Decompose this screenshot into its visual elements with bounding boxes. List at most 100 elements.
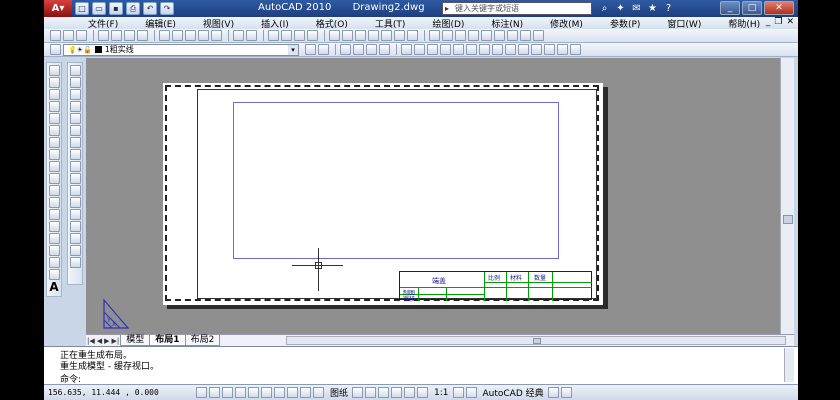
sheet-set-icon[interactable] (368, 30, 379, 41)
tab-layout1[interactable]: 布局1 (149, 335, 186, 346)
layer-dropdown[interactable]: 💡☀🔓 1粗实线 ▾ (63, 43, 299, 56)
application-menu-button[interactable]: A▾ (44, 0, 72, 17)
offset-icon[interactable] (379, 44, 390, 55)
explode-icon[interactable] (69, 257, 81, 268)
dim-diameter-icon[interactable] (481, 30, 492, 41)
copy-icon[interactable] (69, 77, 81, 88)
chamfer-icon[interactable] (69, 233, 81, 244)
allow-ucs-icon[interactable] (274, 387, 285, 398)
osnap-tangent-icon[interactable] (492, 44, 503, 55)
erase-icon[interactable] (69, 65, 81, 76)
match-properties-icon[interactable] (198, 30, 209, 41)
break-icon[interactable] (69, 209, 81, 220)
ellipse-icon[interactable] (48, 173, 60, 184)
mirror-icon[interactable] (69, 89, 81, 100)
auto-scale-icon[interactable] (465, 387, 477, 398)
design-center-icon[interactable] (342, 30, 353, 41)
redo-icon[interactable]: ↷ (160, 2, 174, 15)
quickcalc-icon[interactable] (394, 30, 405, 41)
zoom-realtime-icon[interactable] (281, 30, 292, 41)
favorites-icon[interactable]: ★ (646, 2, 659, 15)
menu-parametric[interactable]: 参数(P) (610, 17, 640, 30)
fillet-icon[interactable] (69, 245, 81, 256)
help-icon[interactable] (407, 30, 418, 41)
break-at-point-icon[interactable] (69, 197, 81, 208)
layer-previous-icon[interactable] (318, 44, 329, 55)
menu-modify[interactable]: 修改(M) (550, 17, 583, 30)
undo-icon[interactable] (233, 30, 244, 41)
help-search-input[interactable]: 键入关键字或短语 (442, 2, 592, 15)
copy-icon[interactable] (172, 30, 183, 41)
scrollbar-thumb[interactable] (783, 215, 793, 224)
ortho-mode-icon[interactable] (222, 387, 233, 398)
help-icon[interactable]: ? (662, 2, 675, 15)
workspace-switch[interactable]: AutoCAD 经典 (483, 386, 544, 399)
menu-draw[interactable]: 绘图(D) (432, 17, 464, 30)
menu-edit[interactable]: 编辑(E) (145, 17, 176, 30)
menu-insert[interactable]: 插入(I) (261, 17, 289, 30)
table-icon[interactable] (48, 269, 60, 280)
line-icon[interactable] (48, 65, 60, 76)
object-snap-tracking-icon[interactable] (261, 387, 272, 398)
ellipse-arc-icon[interactable] (48, 185, 60, 196)
polar-tracking-icon[interactable] (235, 387, 246, 398)
zoom-previous-icon[interactable] (307, 30, 318, 41)
save-icon[interactable]: ▪ (109, 2, 123, 15)
make-block-icon[interactable] (48, 209, 60, 220)
quick-view-layouts-icon[interactable] (352, 387, 364, 398)
redo-icon[interactable] (246, 30, 257, 41)
paste-icon[interactable] (185, 30, 196, 41)
osnap-perpendicular-icon[interactable] (505, 44, 516, 55)
gradient-icon[interactable] (48, 245, 60, 256)
circle-icon[interactable] (48, 137, 60, 148)
menu-view[interactable]: 视图(V) (203, 17, 234, 30)
doc-restore-button[interactable]: ❐ (774, 17, 782, 27)
scrollbar-thumb[interactable] (533, 338, 541, 344)
communication-icon[interactable]: ✉ (630, 2, 643, 15)
join-icon[interactable] (69, 221, 81, 232)
osnap-apparent-icon[interactable] (440, 44, 451, 55)
plot-icon[interactable] (98, 30, 109, 41)
osnap-nearest-icon[interactable] (544, 44, 555, 55)
qnew-icon[interactable] (50, 30, 61, 41)
dim-aligned-icon[interactable] (442, 30, 453, 41)
mirror-icon[interactable] (366, 44, 377, 55)
lineweight-icon[interactable] (300, 387, 311, 398)
copy-object-icon[interactable] (353, 44, 364, 55)
previous-tab-icon[interactable]: ◀ (97, 337, 102, 345)
menu-window[interactable]: 窗口(W) (667, 17, 701, 30)
region-icon[interactable] (48, 257, 60, 268)
stretch-icon[interactable] (69, 161, 81, 172)
dim-angular-icon[interactable] (494, 30, 505, 41)
spline-icon[interactable] (48, 161, 60, 172)
dim-linear-icon[interactable] (429, 30, 440, 41)
point-icon[interactable] (48, 221, 60, 232)
quick-dim-icon[interactable] (507, 30, 518, 41)
multiline-text-icon[interactable]: A (48, 281, 60, 294)
osnap-settings-icon[interactable] (570, 44, 581, 55)
snap-mode-icon[interactable] (196, 387, 207, 398)
osnap-extension-icon[interactable] (453, 44, 464, 55)
cut-icon[interactable] (159, 30, 170, 41)
annotation-scale[interactable]: 1:1 (434, 388, 448, 398)
hatch-icon[interactable] (48, 233, 60, 244)
extend-icon[interactable] (69, 185, 81, 196)
erase-icon[interactable] (340, 44, 351, 55)
menu-file[interactable]: 文件(F) (88, 17, 118, 30)
last-tab-icon[interactable]: ▶| (112, 337, 120, 345)
binoculars-icon[interactable]: ⌕ (598, 2, 611, 15)
maximize-button[interactable]: □ (742, 1, 762, 15)
continue-icon[interactable] (533, 30, 544, 41)
osnap-node-icon[interactable] (531, 44, 542, 55)
close-button[interactable]: ✕ (764, 1, 794, 15)
menu-format[interactable]: 格式(O) (316, 17, 348, 30)
revision-cloud-icon[interactable] (48, 149, 60, 160)
properties-icon[interactable] (329, 30, 340, 41)
vertical-scrollbar[interactable] (780, 58, 794, 334)
doc-close-button[interactable]: ✕ (786, 17, 794, 27)
pan-icon[interactable] (378, 387, 390, 398)
tab-layout2[interactable]: 布局2 (184, 335, 221, 346)
quick-view-drawings-icon[interactable] (365, 387, 377, 398)
next-tab-icon[interactable]: ▶ (104, 337, 109, 345)
toolbar-lock-icon[interactable] (547, 387, 559, 398)
